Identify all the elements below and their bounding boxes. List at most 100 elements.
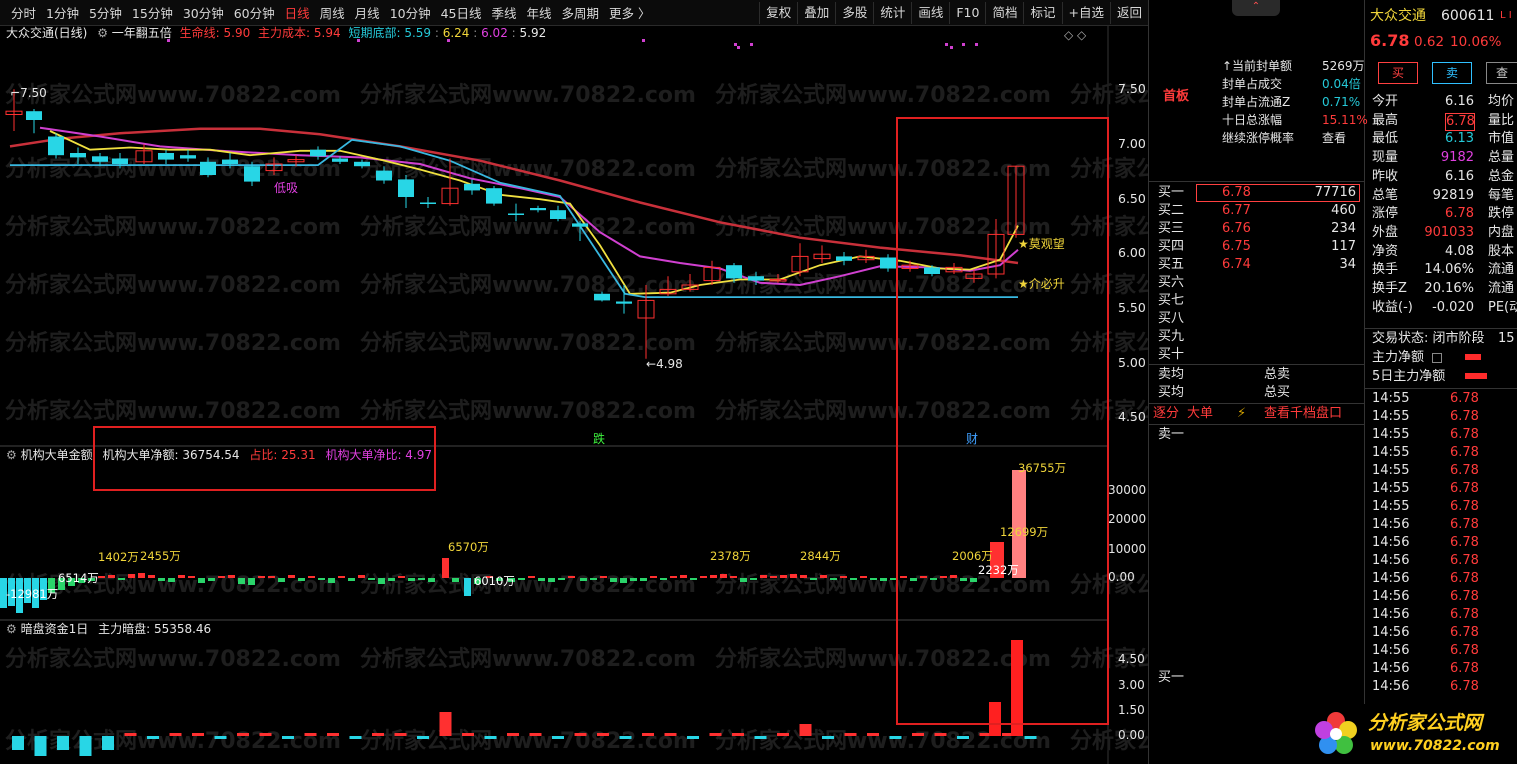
timeframe-tab[interactable]: 15分钟 (127, 3, 178, 22)
chart-header: 大众交通(日线) ⚙ 一年翻五倍 生命线: 5.90 主力成本: 5.94 短期… (6, 26, 547, 40)
timeframe-tab[interactable]: 月线 (350, 3, 385, 22)
tool-button[interactable]: 返回 (1109, 1, 1148, 24)
tick-time: 14:56 (1372, 679, 1410, 694)
dadan-bar (760, 575, 767, 578)
timeframe-tab[interactable]: 日线 (280, 3, 315, 22)
tool-button[interactable]: F10 (949, 1, 985, 24)
timeframe-tab[interactable]: 45日线 (436, 3, 487, 22)
tool-button[interactable]: 简档 (985, 1, 1023, 24)
dadan-bar (368, 578, 375, 580)
main-net-icon[interactable] (1432, 353, 1442, 363)
stat-value: 6.13 (1445, 131, 1474, 147)
candle-down (880, 257, 896, 269)
timeframe-tab[interactable]: 60分钟 (229, 3, 280, 22)
bid-volume: 34 (1339, 257, 1356, 272)
timeframe-tab[interactable]: 周线 (315, 3, 350, 22)
panel3-settings-icon[interactable]: ⚙ (6, 622, 17, 636)
panel2-settings-icon[interactable]: ⚙ (6, 448, 17, 462)
more-button[interactable]: 查 (1486, 62, 1517, 84)
anpan-bar (867, 733, 879, 736)
candle-down (398, 179, 414, 197)
expand-icon[interactable]: ◇ ◇ (1064, 28, 1086, 42)
dadan-bar (568, 576, 575, 578)
seal-info-value: 5269万 (1322, 59, 1365, 73)
tick-price: 6.78 (1450, 391, 1479, 406)
stat-label-right: 总量 (1488, 150, 1515, 166)
lightning-icon[interactable]: ⚡ (1237, 406, 1246, 422)
anpan-bar (934, 733, 947, 736)
stat-label: 净资 (1372, 243, 1399, 259)
watermark: 分析家公式网www.70822.com (5, 214, 341, 240)
watermark: 分析家公式网www.70822.com (360, 398, 696, 424)
view-1000-button[interactable]: 查看千档盘口 (1264, 406, 1342, 422)
timeframe-tab[interactable]: 多周期 (557, 3, 605, 22)
timeframe-tab[interactable]: 分时 (6, 3, 41, 22)
trade-status-tail: 15 (1498, 331, 1515, 346)
seal-info-label: 继续涨停概率 (1222, 131, 1295, 145)
tool-button[interactable]: 多股 (835, 1, 873, 24)
dadan-bar (308, 576, 315, 578)
stock-period-label: 大众交通(日线) (6, 26, 88, 40)
bid-volume: 460 (1331, 203, 1356, 218)
collapse-icon[interactable]: ⌃ (1232, 0, 1280, 16)
bid-level-label: 买八 (1158, 311, 1185, 326)
dadan-bar (138, 573, 145, 578)
dadan-bar (680, 575, 687, 578)
panel2-axis-tick: 10000 (1108, 542, 1147, 556)
dadan-bar (800, 575, 807, 578)
flag-icon: L I (1500, 10, 1512, 21)
tick-time: 14:55 (1372, 427, 1410, 442)
candle-down (180, 155, 196, 159)
timeframe-tab[interactable]: 5分钟 (84, 3, 127, 22)
highlight-box-recent (896, 117, 1109, 725)
tool-button[interactable]: 画线 (911, 1, 949, 24)
dadan-bar (810, 578, 817, 580)
tool-button[interactable]: +自选 (1061, 1, 1110, 24)
dixi-signal: 低吸 (274, 181, 299, 195)
bid-level-label: 买三 (1158, 221, 1185, 236)
anpan-bar (687, 736, 699, 739)
candle-down (200, 161, 216, 175)
timeframe-tab[interactable]: 更多 〉 (604, 3, 655, 22)
stat-label-right: 流通 (1488, 281, 1515, 296)
settings-icon[interactable]: ⚙ (97, 26, 108, 40)
buy-button[interactable]: 买 (1378, 62, 1418, 84)
anpan-bar (372, 733, 384, 736)
seal-info-value[interactable]: 查看 (1322, 130, 1346, 146)
stat-label-right: 跌停 (1488, 206, 1515, 222)
dadan-bar (278, 578, 285, 582)
anpan-bar (34, 736, 47, 756)
tab-zhufen[interactable]: 逐分 (1153, 406, 1179, 422)
anpan-bar (664, 733, 677, 736)
anpan-bar (799, 724, 812, 736)
life-line-value: 生命线: 5.90 (179, 26, 251, 40)
watermark: 分析家公式网www.70822.com (360, 646, 696, 672)
timeframe-tab[interactable]: 30分钟 (178, 3, 229, 22)
stat-label: 最高 (1372, 112, 1399, 128)
sell-button[interactable]: 卖 (1432, 62, 1472, 84)
panel2-axis-tick: 30000 (1108, 483, 1147, 497)
timeframe-tab[interactable]: 10分钟 (385, 3, 436, 22)
short-bottom-v2: 6.24 (442, 26, 470, 40)
tool-button[interactable]: 叠加 (797, 1, 835, 24)
stat-value: 6.78 (1445, 206, 1474, 222)
candle-down (616, 301, 632, 304)
timeframe-tab[interactable]: 季线 (487, 3, 522, 22)
bid-level-label: 买七 (1158, 293, 1185, 308)
stat-label-right: PE(动 (1488, 299, 1517, 315)
tool-button[interactable]: 统计 (873, 1, 911, 24)
timeframe-tab[interactable]: 年线 (522, 3, 557, 22)
dadan-bar (398, 576, 405, 578)
anpan-bar (124, 733, 137, 736)
candle-down (158, 153, 174, 160)
dadan-bar (880, 578, 887, 581)
bid-level-label: 买九 (1158, 329, 1185, 344)
tool-button[interactable]: 标记 (1023, 1, 1061, 24)
timeframe-tab[interactable]: 1分钟 (41, 3, 84, 22)
logo-text: 分析家公式网 (1368, 712, 1483, 734)
tab-dadan[interactable]: 大单 (1187, 406, 1213, 422)
tick-price: 6.78 (1450, 463, 1479, 478)
main-net-5d-label: 5日主力净额 (1372, 369, 1446, 384)
tool-button[interactable]: 复权 (759, 1, 797, 24)
candle-down (26, 111, 42, 120)
